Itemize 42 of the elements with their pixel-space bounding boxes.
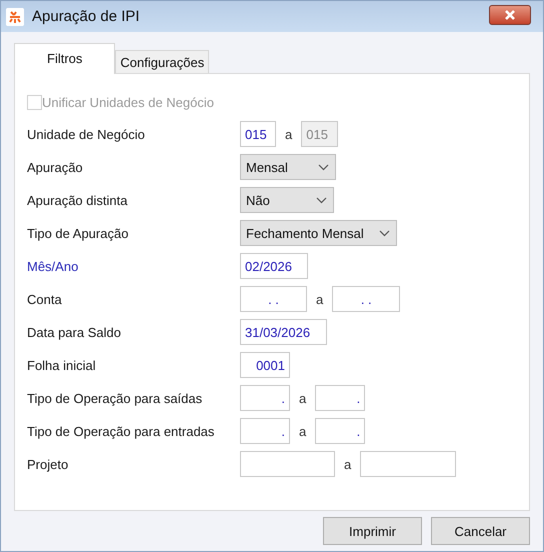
input-field[interactable]: 0001 bbox=[240, 352, 290, 378]
close-button[interactable] bbox=[489, 4, 531, 24]
dropdown[interactable]: Não bbox=[240, 187, 334, 213]
dialog-button[interactable]: Cancelar bbox=[431, 517, 530, 545]
field-label: Data para Saldo bbox=[27, 324, 122, 340]
tab[interactable]: Configurações bbox=[115, 50, 210, 73]
field-label: Tipo de Apuração bbox=[27, 226, 130, 240]
input-field[interactable]: . bbox=[240, 385, 290, 411]
field-label: Folha inicial bbox=[27, 358, 97, 372]
field-label: Tipo de Operação para entradas bbox=[27, 424, 216, 438]
dialog-button[interactable]: Imprimir bbox=[323, 517, 422, 545]
field-label: Apuração bbox=[27, 160, 84, 174]
chevron-icon bbox=[379, 230, 390, 236]
input-field[interactable]: . bbox=[315, 418, 366, 444]
input-field[interactable]: . . bbox=[332, 286, 400, 312]
range-separator: a bbox=[344, 456, 352, 472]
input-field[interactable] bbox=[360, 451, 456, 477]
field-label: Projeto bbox=[27, 456, 70, 472]
chevron-icon bbox=[318, 164, 329, 170]
input-field[interactable]: 31/03/2026 bbox=[240, 319, 327, 345]
input-field[interactable]: 02/2026 bbox=[240, 253, 308, 279]
range-separator: a bbox=[299, 424, 306, 438]
dropdown[interactable]: Mensal bbox=[240, 154, 336, 180]
field-label: Tipo de Operação para saídas bbox=[27, 390, 204, 406]
field-label: Unidade de Negócio bbox=[27, 126, 146, 142]
chevron-icon bbox=[316, 196, 327, 204]
range-separator: a bbox=[299, 390, 306, 406]
input-field[interactable]: 015 bbox=[240, 121, 276, 147]
input-field[interactable] bbox=[240, 451, 335, 477]
checkbox-label: Unificar Unidades de Negócio bbox=[42, 94, 214, 110]
field-label: Conta bbox=[27, 292, 63, 306]
input-field[interactable]: . . bbox=[240, 286, 307, 312]
dropdown[interactable]: Fechamento Mensal bbox=[240, 220, 397, 246]
close-icon bbox=[503, 8, 517, 20]
field-label: Apuração distinta bbox=[27, 192, 128, 208]
field-label: Mês/Ano bbox=[27, 258, 80, 274]
range-separator: a bbox=[285, 126, 292, 142]
input-field[interactable]: . bbox=[315, 385, 366, 411]
range-separator: a bbox=[316, 292, 324, 306]
window-title: Apuração de IPI bbox=[32, 8, 141, 25]
input-field[interactable]: . bbox=[240, 418, 290, 444]
tab[interactable]: Filtros bbox=[14, 43, 116, 74]
